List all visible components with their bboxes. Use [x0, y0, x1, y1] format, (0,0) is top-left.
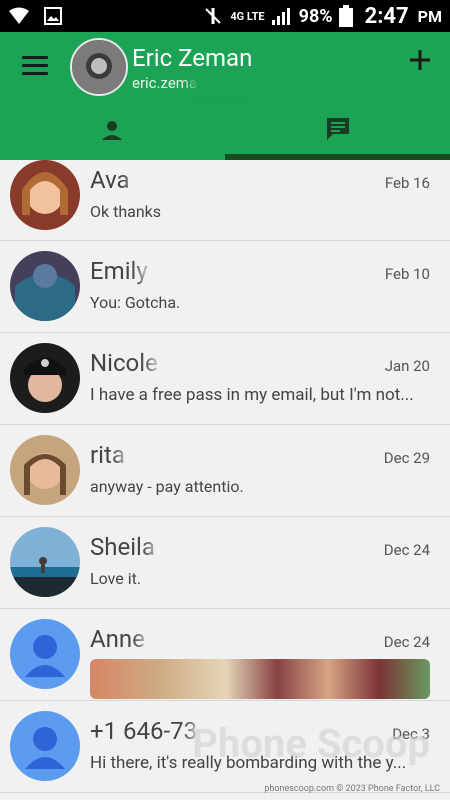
message-date: Dec 24 [383, 541, 430, 559]
name-redaction [140, 261, 230, 283]
contact-avatar [10, 160, 80, 230]
conversation-row[interactable]: Emily Feb 10 You: Gotcha. [0, 241, 450, 333]
status-bar: 4G LTE 98% 2:47 PM [0, 0, 450, 32]
avatar-photo [72, 40, 126, 94]
contact-avatar [10, 619, 80, 689]
contact-avatar [10, 251, 80, 321]
name-redaction [150, 353, 240, 375]
contact-name: Nicole [90, 349, 158, 377]
name-redaction [130, 170, 220, 192]
contact-name: Anne [90, 625, 145, 653]
clock-ampm: PM [417, 6, 442, 26]
media-preview [90, 659, 430, 699]
image-icon [44, 7, 62, 25]
signal-icon [271, 8, 290, 25]
message-date: Feb 10 [384, 265, 430, 283]
account-name: Eric Zeman [132, 44, 253, 72]
conversation-list: Ava Feb 16 Ok thanks Emily Feb 10 You: G… [0, 160, 450, 800]
contact-name: Sheila [90, 533, 155, 561]
contact-avatar [10, 343, 80, 413]
message-snippet: I have a free pass in my email, but I'm … [90, 385, 414, 405]
conversation-row[interactable]: rita Dec 29 anyway - pay attentio. [0, 425, 450, 517]
message-date: Jan 20 [384, 357, 430, 375]
mute-icon [205, 8, 222, 24]
person-icon [102, 121, 122, 140]
message-date: Dec 29 [383, 449, 430, 467]
network-label: 4G LTE [230, 9, 265, 23]
footer: phonescoop.com © 2023 Phone Factor, LLC [264, 784, 440, 794]
watermark: Phone Scoop [192, 720, 430, 767]
app-bar: Eric Zeman eric.zema [0, 32, 450, 160]
default-person-icon [25, 727, 65, 769]
message-date: Feb 16 [384, 174, 430, 192]
conversation-row[interactable]: Anne Dec 24 [0, 609, 450, 701]
email-redaction [190, 72, 250, 92]
clock: 2:47 [364, 3, 409, 29]
menu-button[interactable] [22, 56, 48, 76]
default-person-icon [25, 635, 65, 677]
battery-percent: 98% [298, 5, 333, 27]
message-snippet: anyway - pay attentio. [90, 477, 244, 496]
battery-icon [338, 5, 353, 27]
contact-name: +1 646-73 [90, 717, 198, 745]
contact-avatar [10, 435, 80, 505]
chat-icon [327, 118, 349, 140]
message-snippet: You: Gotcha. [90, 293, 181, 312]
contact-avatar [10, 711, 80, 781]
account-avatar[interactable] [70, 38, 128, 96]
conversation-row[interactable]: Sheila Dec 24 Love it. [0, 517, 450, 609]
message-date: Dec 24 [383, 633, 430, 651]
menu-icon [22, 56, 48, 59]
account-email: eric.zema [132, 74, 198, 92]
tab-messages[interactable] [225, 102, 450, 160]
conversation-row[interactable]: Nicole Jan 20 I have a free pass in my e… [0, 333, 450, 425]
name-redaction [120, 445, 210, 467]
conversation-row[interactable]: Ava Feb 16 Ok thanks [0, 160, 450, 241]
add-icon[interactable] [410, 50, 430, 70]
contact-avatar [10, 527, 80, 597]
name-redaction [140, 629, 230, 651]
tab-contacts[interactable] [0, 102, 225, 160]
message-snippet: Love it. [90, 569, 142, 588]
message-snippet: Ok thanks [90, 202, 162, 221]
name-redaction [150, 537, 240, 559]
contact-name: Ava [90, 166, 130, 194]
wifi-icon [9, 7, 29, 24]
